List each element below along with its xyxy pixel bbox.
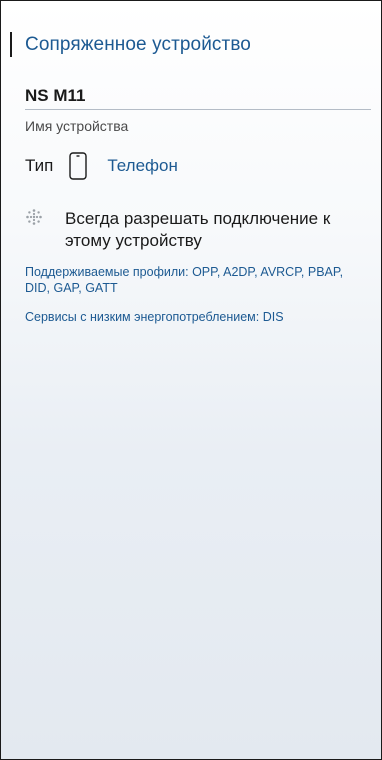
low-energy-services-link[interactable]: Сервисы с низким энергопотреблением: DIS [25, 309, 370, 325]
page-title: Сопряженное устройство [25, 33, 251, 55]
title-accent-bar [10, 32, 12, 57]
supported-profiles-link[interactable]: Поддерживаемые профили: OPP, A2DP, AVRCP… [25, 264, 370, 296]
device-type-value: Телефон [107, 156, 178, 175]
always-allow-label: Всегда разрешать подключение к этому уст… [65, 209, 331, 250]
paired-device-screen: Сопряженное устройство Имя устройства Ти… [0, 0, 382, 760]
device-type-row: Тип Телефон [25, 151, 178, 181]
device-name-field[interactable] [25, 83, 371, 110]
phone-icon [69, 152, 88, 180]
header: Сопряженное устройство [10, 32, 251, 57]
dotted-toggle-icon[interactable] [25, 208, 43, 226]
device-type-label: Тип [25, 156, 54, 175]
always-allow-row[interactable]: Всегда разрешать подключение к этому уст… [25, 208, 365, 252]
device-name-caption: Имя устройства [25, 118, 129, 134]
